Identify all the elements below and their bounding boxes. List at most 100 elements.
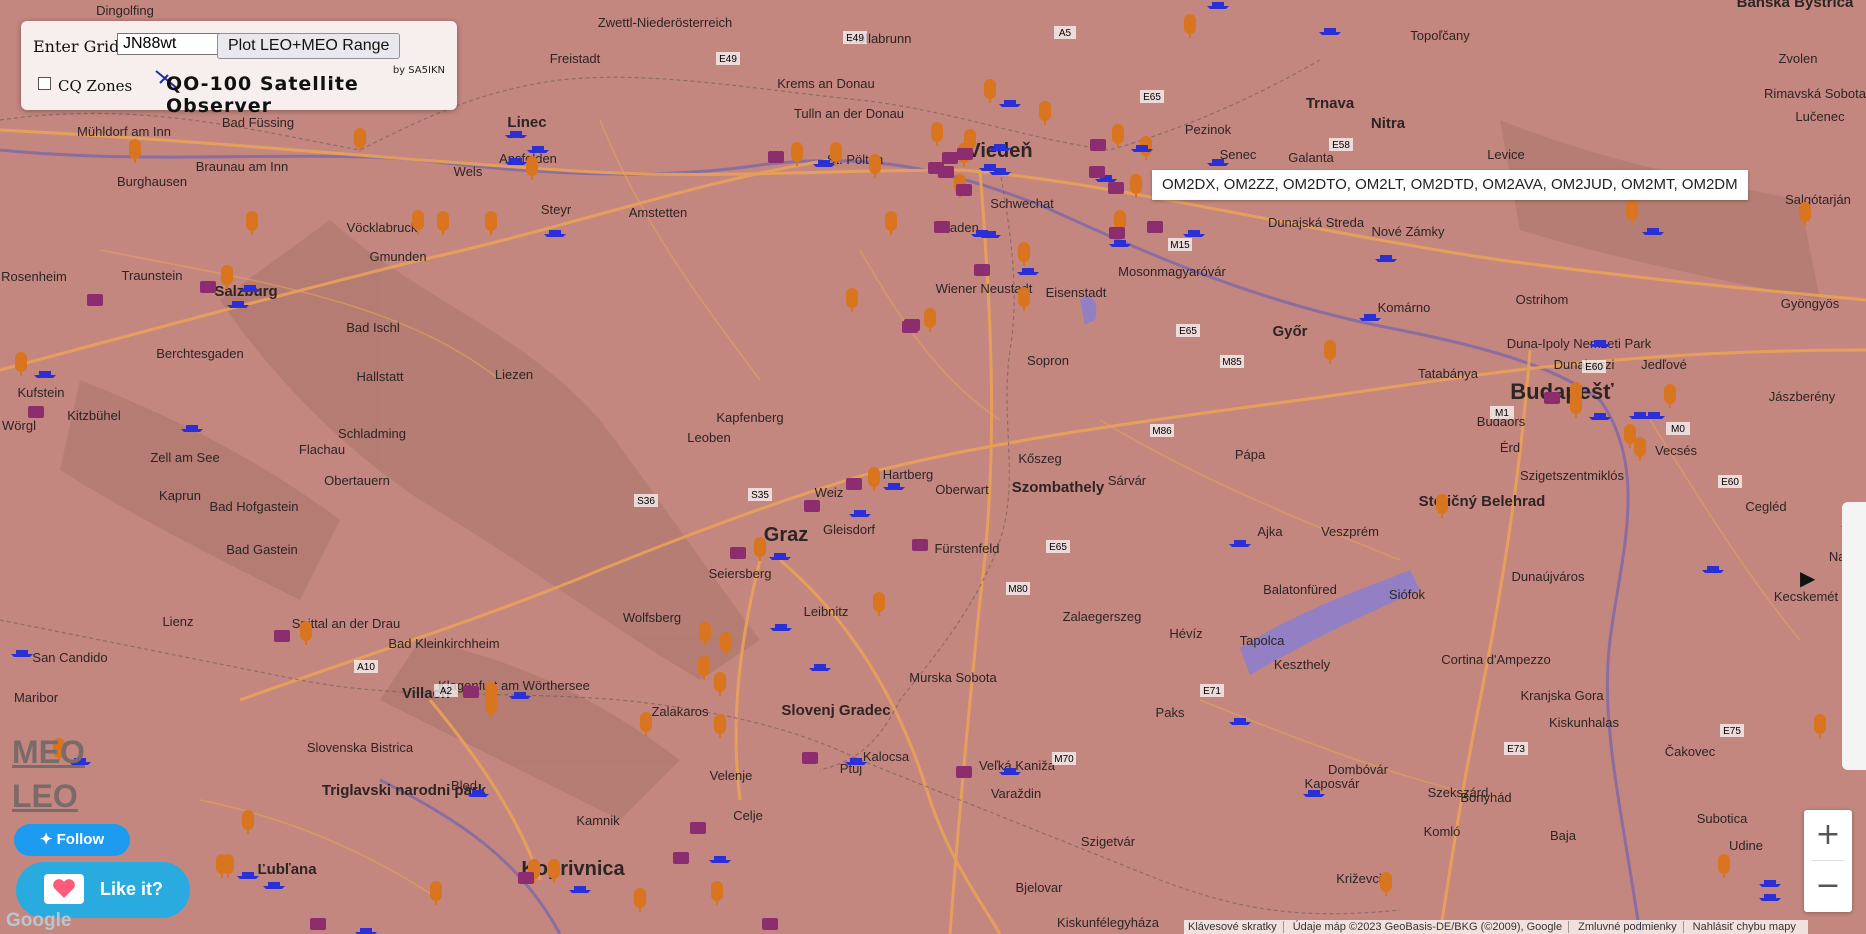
- place-label: Ajka: [1257, 524, 1283, 539]
- report-error-link[interactable]: Nahlásiť chybu mapy: [1693, 921, 1802, 933]
- place-label: Kiskunhalas: [1549, 715, 1620, 730]
- place-label: Bonyhád: [1460, 790, 1511, 805]
- station-marker[interactable]: [942, 152, 958, 164]
- station-marker[interactable]: [768, 151, 784, 163]
- station-marker[interactable]: [274, 630, 290, 642]
- place-label: Kaposvár: [1305, 776, 1361, 791]
- place-label: Balatonfüred: [1263, 582, 1337, 597]
- svg-text:M86: M86: [1152, 426, 1172, 437]
- cq-zones-checkbox[interactable]: [38, 77, 51, 90]
- station-marker[interactable]: [200, 281, 216, 293]
- twitter-follow-button[interactable]: ✦ Follow: [14, 824, 130, 856]
- station-marker[interactable]: [310, 918, 326, 930]
- svg-text:S36: S36: [637, 496, 655, 507]
- place-label: Duna-Ipoly Nemzeti Park: [1507, 336, 1652, 351]
- station-marker[interactable]: [1089, 166, 1105, 178]
- station-marker[interactable]: [956, 766, 972, 778]
- station-marker[interactable]: [1090, 139, 1106, 151]
- svg-text:M1: M1: [1495, 408, 1509, 419]
- meo-label[interactable]: MEO: [12, 730, 85, 774]
- map-canvas[interactable]: Dingolfing Zwettl-Niederösterreich Banská …: [0, 0, 1866, 934]
- station-marker[interactable]: [912, 539, 928, 551]
- place-label: Ľubľana: [257, 861, 317, 878]
- station-marker[interactable]: [690, 822, 706, 834]
- follow-label: Follow: [56, 831, 105, 848]
- terms-link[interactable]: Zmluvné podmienky: [1578, 921, 1684, 933]
- place-label: Maribor: [14, 690, 59, 705]
- station-marker[interactable]: [1544, 392, 1560, 404]
- place-label: Baja: [1550, 828, 1577, 843]
- station-marker[interactable]: [904, 319, 920, 331]
- place-label: San Candido: [32, 650, 107, 665]
- place-label: Murska Sobota: [909, 670, 997, 685]
- grid-input[interactable]: [117, 33, 233, 55]
- station-marker[interactable]: [974, 264, 990, 276]
- station-marker[interactable]: [1109, 227, 1125, 239]
- place-label: Steyr: [541, 202, 572, 217]
- place-label: Wolfsberg: [623, 610, 681, 625]
- place-label: Szigetvár: [1081, 834, 1136, 849]
- zoom-in-button[interactable]: +: [1804, 810, 1852, 860]
- place-label: Szombathely: [1012, 479, 1105, 496]
- place-label: Kranjska Gora: [1520, 688, 1604, 703]
- station-marker[interactable]: [1147, 221, 1163, 233]
- place-label: Obertauern: [324, 473, 390, 488]
- place-label: Graz: [764, 524, 808, 546]
- place-label: Krems an Donau: [777, 76, 875, 91]
- station-marker[interactable]: [934, 221, 950, 233]
- place-label: Berchtesgaden: [156, 346, 243, 361]
- station-marker[interactable]: [1108, 182, 1124, 194]
- place-label: Tatabánya: [1418, 366, 1479, 381]
- place-label: Subotica: [1697, 811, 1748, 826]
- side-panel-edge[interactable]: [1842, 502, 1866, 770]
- place-label: Eisenstadt: [1046, 285, 1107, 300]
- station-marker[interactable]: [957, 148, 973, 160]
- place-label: Pápa: [1235, 447, 1266, 462]
- place-label: Komárno: [1378, 300, 1431, 315]
- station-marker[interactable]: [956, 184, 972, 196]
- station-marker[interactable]: [87, 294, 103, 306]
- station-marker[interactable]: [673, 852, 689, 864]
- station-marker[interactable]: [928, 162, 944, 174]
- place-label: Mühldorf am Inn: [77, 124, 171, 139]
- place-label: Levice: [1487, 147, 1525, 162]
- place-label: Nové Zámky: [1372, 224, 1445, 239]
- place-label: Banská Bystrica: [1737, 0, 1854, 11]
- place-label: Jedľové: [1641, 357, 1687, 372]
- place-label: Salgótarján: [1785, 192, 1851, 207]
- cq-zones-label: CQ Zones: [58, 77, 133, 95]
- place-label: Sárvár: [1108, 473, 1147, 488]
- grid-label: Enter Grid:: [33, 37, 125, 56]
- station-marker[interactable]: [846, 478, 862, 490]
- plot-range-button[interactable]: Plot LEO+MEO Range: [217, 33, 401, 59]
- place-label: Bad Kleinkirchheim: [388, 636, 499, 651]
- twitter-bird-icon: ✦: [39, 831, 53, 848]
- station-marker[interactable]: [28, 406, 44, 418]
- keyboard-shortcuts-link[interactable]: Klávesové skratky: [1188, 921, 1284, 933]
- place-label: Siófok: [1389, 587, 1426, 602]
- place-label: Rimavská Sobota: [1764, 86, 1866, 101]
- svg-text:E58: E58: [1332, 140, 1350, 151]
- station-marker[interactable]: [802, 752, 818, 764]
- leo-label[interactable]: LEO: [12, 774, 85, 818]
- place-label: Fürstenfeld: [934, 541, 999, 556]
- place-label: Linec: [507, 114, 546, 131]
- station-marker[interactable]: [518, 872, 534, 884]
- zoom-control[interactable]: + −: [1804, 810, 1852, 912]
- svg-text:A2: A2: [440, 686, 453, 697]
- map-attribution: Klávesové skratky Údaje máp ©2023 GeoBas…: [1184, 920, 1808, 934]
- zoom-out-button[interactable]: −: [1804, 861, 1852, 911]
- place-label: Hévíz: [1169, 626, 1202, 641]
- place-label: Tapolca: [1240, 633, 1286, 648]
- place-label: Velenje: [710, 768, 753, 783]
- play-icon[interactable]: ▶: [1800, 566, 1815, 590]
- station-marker[interactable]: [730, 547, 746, 559]
- station-marker[interactable]: [463, 686, 479, 698]
- range-legend[interactable]: MEO LEO: [12, 730, 85, 818]
- place-label: Slovenj Gradec: [781, 702, 890, 719]
- place-label: Gyöngyös: [1781, 296, 1840, 311]
- station-marker[interactable]: [804, 500, 820, 512]
- station-marker[interactable]: [762, 918, 778, 930]
- place-label: Kőszeg: [1018, 451, 1061, 466]
- svg-text:M85: M85: [1222, 357, 1242, 368]
